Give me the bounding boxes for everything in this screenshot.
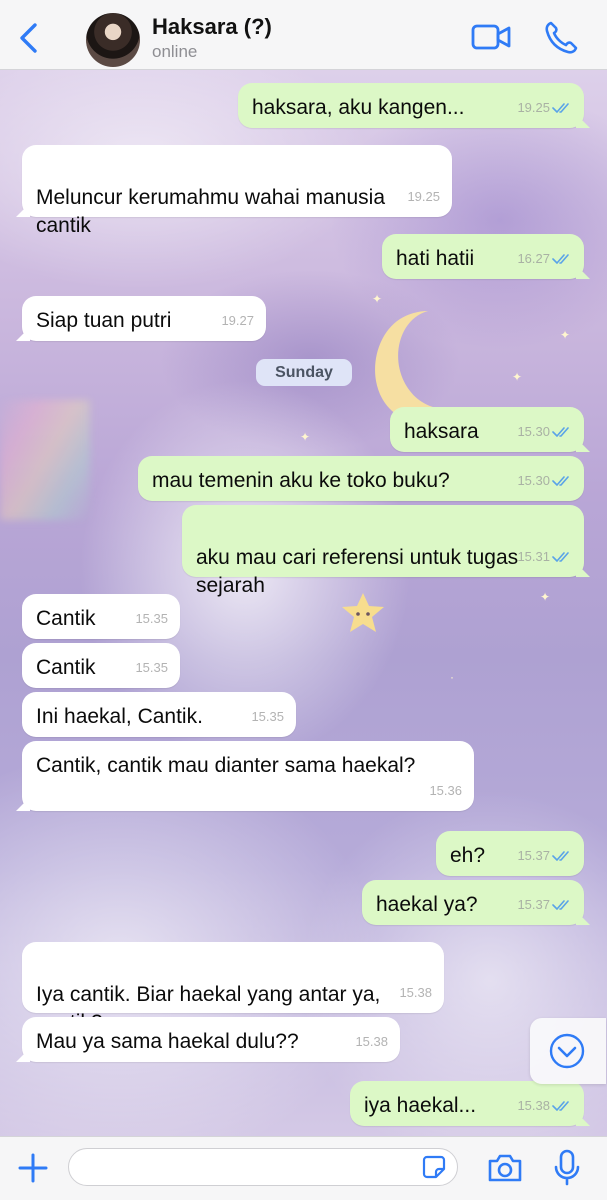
- message-bubble-outgoing[interactable]: hati hatii 16.27: [382, 234, 584, 279]
- message-text: Meluncur kerumahmu wahai manusia cantik: [36, 186, 385, 237]
- message-time: 15.36: [429, 783, 462, 798]
- star-face-icon: [342, 593, 384, 632]
- message-time: 15.31: [517, 549, 550, 564]
- star-icon: ✦: [540, 590, 551, 604]
- star-icon: ✦: [300, 430, 311, 444]
- chevron-down-circle-icon: [549, 1033, 585, 1069]
- message-meta: 19.27: [221, 307, 254, 335]
- message-bubble-outgoing[interactable]: haksara, aku kangen... 19.25: [238, 83, 584, 128]
- contact-name[interactable]: Haksara (?): [152, 14, 272, 40]
- message-bubble-outgoing[interactable]: haekal ya? 15.37: [362, 880, 584, 925]
- message-bubble-outgoing[interactable]: haksara 15.30: [390, 407, 584, 452]
- message-meta: 15.35: [135, 654, 168, 682]
- chevron-left-icon[interactable]: [12, 20, 46, 56]
- message-time: 15.37: [517, 897, 550, 912]
- message-bubble-outgoing[interactable]: aku mau cari referensi untuk tugas sejar…: [182, 505, 584, 597]
- message-bubble-incoming[interactable]: Cantik, cantik mau dianter sama haekal? …: [22, 741, 474, 811]
- chat-header: Haksara (?) online: [0, 0, 607, 70]
- message-time: 15.35: [135, 611, 168, 626]
- star-icon: ✦: [512, 370, 523, 384]
- message-text: Siap tuan putri: [36, 309, 172, 332]
- message-time: 16.27: [517, 251, 550, 266]
- message-time: 15.35: [251, 709, 284, 724]
- message-input[interactable]: [68, 1148, 458, 1186]
- message-bubble-incoming[interactable]: Iya cantik. Biar haekal yang antar ya, c…: [22, 942, 444, 1034]
- double-check-icon: [552, 900, 569, 910]
- date-separator: Sunday: [256, 359, 352, 386]
- double-check-icon: [552, 552, 569, 562]
- message-time: 19.25: [517, 100, 550, 115]
- message-meta: 15.35: [135, 605, 168, 633]
- message-text: Cantik: [36, 607, 96, 630]
- message-meta: 19.25: [517, 94, 572, 122]
- plus-icon[interactable]: [16, 1151, 50, 1185]
- message-time: 15.38: [355, 1034, 388, 1049]
- message-meta: 15.37: [517, 842, 572, 870]
- message-bubble-incoming[interactable]: Ini haekal, Cantik. 15.35: [22, 692, 296, 737]
- message-meta: 19.25: [407, 183, 440, 211]
- message-text: iya haekal...: [364, 1094, 477, 1117]
- message-time: 15.37: [517, 848, 550, 863]
- message-text: haksara, aku kangen...: [252, 96, 465, 119]
- message-bubble-outgoing[interactable]: mau temenin aku ke toko buku? 15.30: [138, 456, 584, 501]
- message-meta: 15.37: [517, 891, 572, 919]
- message-bubble-incoming[interactable]: Mau ya sama haekal dulu?? 15.38: [22, 1017, 400, 1062]
- message-text: mau temenin aku ke toko buku?: [152, 469, 450, 492]
- message-text: haekal ya?: [376, 893, 478, 916]
- star-icon: ✦: [372, 292, 383, 306]
- message-text: haksara: [404, 420, 479, 443]
- avatar[interactable]: [86, 13, 140, 67]
- double-check-icon: [552, 1101, 569, 1111]
- message-time: 15.30: [517, 473, 550, 488]
- message-bubble-outgoing[interactable]: iya haekal... 15.38: [350, 1081, 584, 1126]
- message-time: 15.35: [135, 660, 168, 675]
- message-text: Cantik: [36, 656, 96, 679]
- message-meta: 15.38: [399, 979, 432, 1007]
- message-bubble-outgoing[interactable]: eh? 15.37: [436, 831, 584, 876]
- double-check-icon: [552, 103, 569, 113]
- message-meta: 15.35: [251, 703, 284, 731]
- message-text: Ini haekal, Cantik.: [36, 705, 203, 728]
- message-meta: 15.36: [429, 777, 462, 805]
- message-bubble-incoming[interactable]: Siap tuan putri 19.27: [22, 296, 266, 341]
- message-text: hati hatii: [396, 247, 475, 270]
- video-camera-icon[interactable]: [470, 20, 512, 54]
- message-meta: 15.30: [517, 467, 572, 495]
- message-composer: [0, 1136, 607, 1200]
- message-text: eh?: [450, 844, 486, 867]
- message-time: 19.25: [407, 189, 440, 204]
- message-meta: 15.38: [355, 1028, 388, 1056]
- double-check-icon: [552, 476, 569, 486]
- star-icon: ·: [450, 670, 454, 684]
- double-check-icon: [552, 851, 569, 861]
- double-check-icon: [552, 427, 569, 437]
- message-time: 19.27: [221, 313, 254, 328]
- star-icon: ✦: [560, 328, 571, 342]
- message-meta: 16.27: [517, 245, 572, 273]
- message-text: Mau ya sama haekal dulu??: [36, 1030, 299, 1053]
- double-check-icon: [552, 254, 569, 264]
- phone-icon[interactable]: [542, 18, 578, 56]
- message-time: 15.30: [517, 424, 550, 439]
- scroll-to-bottom-button[interactable]: [530, 1018, 606, 1084]
- message-meta: 15.31: [517, 543, 572, 571]
- message-meta: 15.30: [517, 418, 572, 446]
- message-bubble-incoming[interactable]: Cantik 15.35: [22, 594, 180, 639]
- contact-status: online: [152, 42, 198, 61]
- microphone-icon[interactable]: [552, 1149, 582, 1187]
- message-meta: 15.38: [517, 1092, 572, 1120]
- wallpaper-rainbow: [0, 400, 90, 520]
- message-time: 15.38: [517, 1098, 550, 1113]
- sticker-icon[interactable]: [421, 1154, 447, 1180]
- message-text: Cantik, cantik mau dianter sama haekal?: [36, 754, 416, 777]
- chat-area[interactable]: ✦ ✦ ✦ ✦ · ✦ · haksara, aku kangen... 19.…: [0, 70, 607, 1136]
- message-bubble-incoming[interactable]: Cantik 15.35: [22, 643, 180, 688]
- message-bubble-incoming[interactable]: Meluncur kerumahmu wahai manusia cantik …: [22, 145, 452, 237]
- message-time: 15.38: [399, 985, 432, 1000]
- camera-icon[interactable]: [486, 1151, 524, 1185]
